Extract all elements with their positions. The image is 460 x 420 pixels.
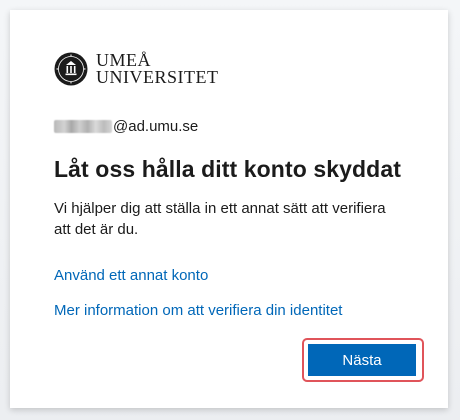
logo-line-2: UNIVERSITET xyxy=(96,67,219,87)
university-name: UMEÅ UNIVERSITET xyxy=(96,51,219,87)
email-suffix: @ad.umu.se xyxy=(113,118,199,135)
account-identity: @ad.umu.se xyxy=(54,118,198,135)
page-description: Vi hjälper dig att ställa in ett annat s… xyxy=(54,200,386,238)
use-another-account-link[interactable]: Använd ett annat konto xyxy=(54,267,208,284)
next-button-highlight: Nästa xyxy=(302,338,424,382)
page-title: Låt oss hålla ditt konto skyddat xyxy=(54,156,401,182)
sign-in-card: UMEÅ UNIVERSITET @ad.umu.se Låt oss håll… xyxy=(10,10,448,408)
more-info-link[interactable]: Mer information om att verifiera din ide… xyxy=(54,302,342,319)
next-button[interactable]: Nästa xyxy=(308,344,416,376)
redacted-username xyxy=(54,120,112,133)
university-seal-icon xyxy=(54,52,88,86)
university-logo: UMEÅ UNIVERSITET xyxy=(54,51,219,87)
